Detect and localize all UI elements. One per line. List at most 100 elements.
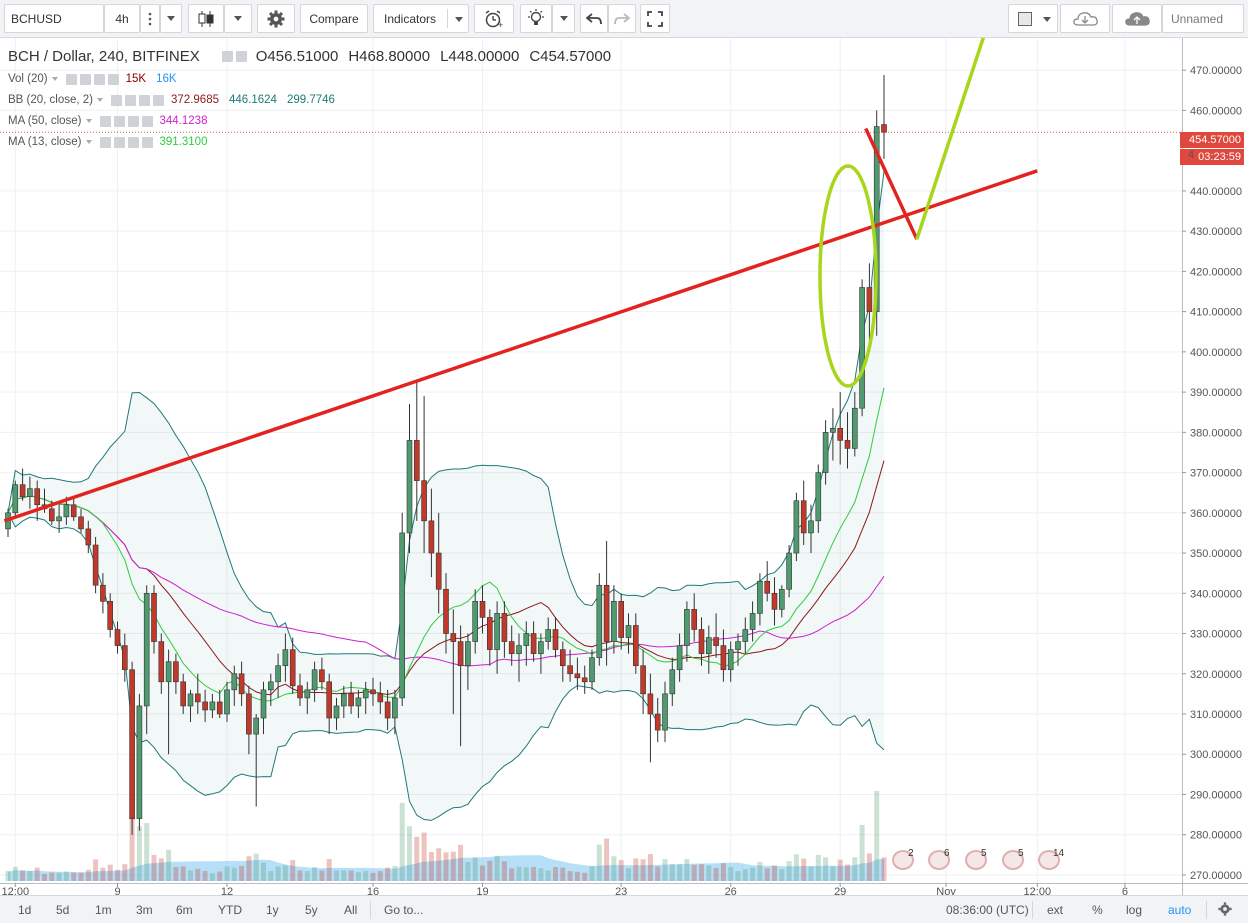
chevron-down-icon[interactable] (97, 98, 104, 102)
candle-body (311, 669, 318, 691)
close-icon[interactable] (153, 94, 165, 106)
volume-bar (27, 871, 33, 881)
y-tick-label: 270.00000 (1190, 870, 1242, 882)
cloud-download-button[interactable] (1060, 4, 1110, 33)
candle-body (720, 645, 727, 671)
plus-icon[interactable] (127, 115, 139, 127)
undo-button[interactable] (580, 4, 608, 33)
close-icon[interactable] (107, 73, 119, 85)
gear-icon[interactable] (125, 94, 137, 106)
color-theme-button[interactable] (1008, 4, 1058, 33)
fullscreen-button[interactable] (640, 4, 670, 33)
candle-body (122, 645, 128, 671)
gear-icon[interactable] (79, 73, 91, 85)
candle-body (508, 641, 515, 654)
range-5y[interactable]: 5y (305, 903, 318, 917)
plus-icon[interactable] (127, 136, 139, 148)
alarm-clock-icon: + (485, 9, 503, 29)
eye-icon[interactable] (65, 73, 77, 85)
candle-body (735, 641, 741, 650)
symbol-search-input[interactable]: BCHUSD (4, 4, 104, 33)
redo-button[interactable] (608, 4, 636, 33)
eye-icon[interactable] (111, 94, 123, 106)
chevron-down-icon[interactable] (51, 77, 58, 81)
eye-icon[interactable] (99, 115, 111, 127)
chevron-down-icon[interactable] (85, 119, 92, 123)
square-icon (1018, 12, 1032, 26)
range-ytd[interactable]: YTD (218, 903, 242, 917)
range-6m[interactable]: 6m (176, 903, 193, 917)
volume-bar (253, 853, 259, 881)
volume-bar (604, 838, 610, 881)
x-tick-label: 12:00 (1024, 886, 1052, 895)
gear-icon[interactable] (235, 51, 247, 62)
y-tick-label: 370.00000 (1190, 468, 1242, 480)
range-3m[interactable]: 3m (136, 903, 153, 917)
chevron-down-icon[interactable] (85, 140, 92, 144)
range-1y[interactable]: 1y (266, 903, 279, 917)
ideas-button[interactable] (520, 4, 552, 33)
indicator-label: MA (50, close) (8, 115, 82, 127)
percent-toggle[interactable]: % (1092, 903, 1103, 917)
indicator-label: Vol (20) (8, 73, 48, 85)
plus-icon[interactable] (139, 94, 151, 106)
volume-bar (326, 859, 332, 881)
interval-dropdown-button[interactable] (160, 4, 182, 33)
gear-icon (267, 10, 285, 27)
settings-button[interactable] (257, 4, 295, 33)
range-5d[interactable]: 5d (56, 903, 69, 917)
candle-body (822, 432, 829, 473)
candle-body (866, 287, 873, 312)
settings-icon[interactable] (1218, 902, 1232, 919)
chart-area[interactable]: 470.00000 460.00000 440.00000 430.00000 420.… (0, 38, 1248, 895)
indicator-value: 372.9685 (171, 94, 219, 106)
ideas-dropdown[interactable] (552, 4, 575, 33)
candle-body (421, 480, 427, 522)
compare-button[interactable]: Compare (300, 4, 368, 33)
candle-body (530, 633, 537, 654)
y-tick-label: 400.00000 (1190, 347, 1242, 359)
gear-icon[interactable] (113, 115, 125, 127)
go-to-button[interactable]: Go to... (384, 903, 423, 917)
volume-bar (377, 871, 383, 881)
volume-bar (531, 867, 537, 881)
layout-name-button[interactable]: Unnamed (1162, 4, 1244, 33)
close-icon[interactable] (141, 115, 153, 127)
price-chart[interactable]: 470.00000 460.00000 440.00000 430.00000 420.… (0, 38, 1248, 895)
log-toggle[interactable]: log (1126, 903, 1142, 917)
fullscreen-icon (647, 10, 663, 27)
close-icon[interactable] (141, 136, 153, 148)
more-intervals-icon[interactable] (140, 4, 160, 33)
chart-style-button[interactable] (188, 4, 224, 33)
volume-bar (596, 844, 602, 881)
plus-icon[interactable] (93, 73, 105, 85)
volume-bar (815, 854, 821, 881)
volume-bar (290, 860, 296, 881)
cloud-upload-button[interactable] (1112, 4, 1162, 33)
interval-button[interactable]: 4h (104, 4, 140, 33)
range-all[interactable]: All (344, 903, 357, 917)
range-1d[interactable]: 1d (18, 903, 31, 917)
chart-style-dropdown[interactable] (224, 4, 252, 33)
y-tick-label: 310.00000 (1190, 709, 1242, 721)
volume-bar (874, 791, 880, 881)
volume-bar (49, 872, 55, 881)
volume-bar (370, 872, 376, 881)
legend-open: O456.51000 (255, 48, 339, 65)
chart-title: BCH / Dollar, 240, BITFINEX (8, 48, 200, 65)
utc-time: 08:36:00 (UTC) (946, 903, 1029, 917)
indicators-button[interactable]: Indicators (373, 4, 469, 33)
volume-bar (626, 868, 631, 881)
gear-icon[interactable] (113, 136, 125, 148)
eye-icon[interactable] (99, 136, 111, 148)
auto-toggle[interactable]: auto (1168, 903, 1191, 917)
candle-body (778, 588, 785, 610)
volume-bar (355, 872, 361, 881)
chevron-down-icon (455, 17, 463, 22)
range-1m[interactable]: 1m (95, 903, 112, 917)
eye-icon[interactable] (221, 51, 233, 62)
candle-body (757, 580, 763, 614)
volume-bar (582, 872, 588, 881)
ext-toggle[interactable]: ext (1047, 903, 1063, 917)
alert-button[interactable]: + (474, 4, 514, 33)
